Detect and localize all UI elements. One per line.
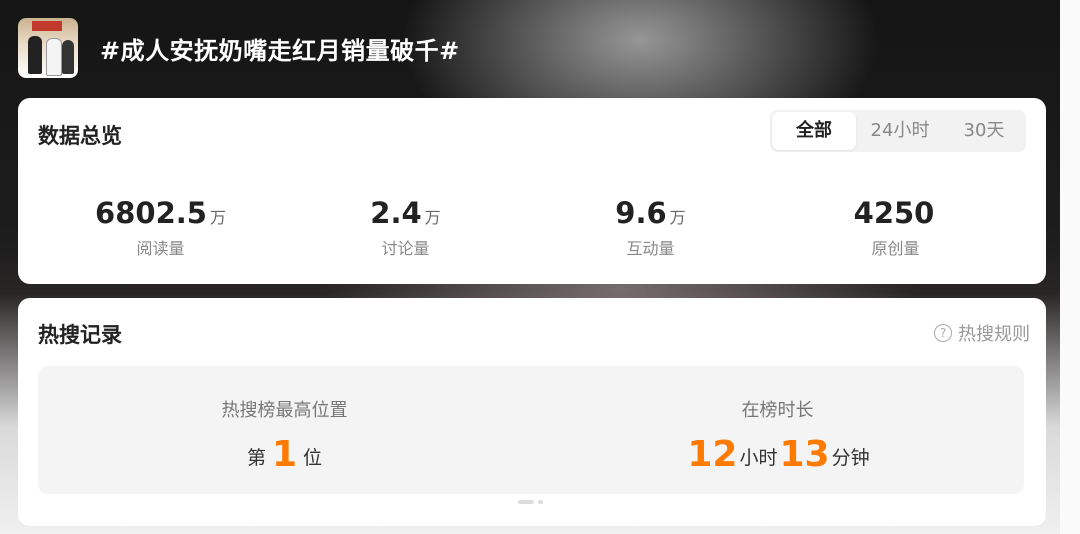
stat-label: 讨论量	[381, 239, 430, 258]
right-edge	[1060, 0, 1080, 534]
duration-label: 在榜时长	[741, 400, 814, 421]
rules-label: 热搜规则	[958, 324, 1030, 345]
stat-unit: 万	[424, 208, 441, 227]
stat-value: 2.4	[370, 196, 422, 230]
stats-row: 6802.5 万 阅读量 2.4 万 讨论量 9.6 万 互动量 4250 原创量	[38, 196, 1038, 259]
stat-original: 4250 原创量	[773, 196, 1018, 259]
stat-unit: 万	[209, 208, 226, 227]
pager-dot-active	[518, 500, 534, 504]
stat-interactions: 9.6 万 互动量	[528, 196, 773, 259]
stat-unit: 万	[669, 208, 686, 227]
peak-label: 热搜榜最高位置	[221, 400, 348, 421]
pager-dots	[518, 500, 543, 504]
topic-header: #成人安抚奶嘴走红月销量破千#	[18, 18, 460, 78]
duration-hours: 12	[687, 434, 738, 475]
tab-all[interactable]: 全部	[772, 112, 856, 150]
pager-dot	[538, 500, 543, 504]
data-overview-card: 数据总览 全部 24小时 30天 6802.5 万 阅读量 2.4 万 讨论量 9.…	[18, 98, 1046, 284]
stat-value: 9.6	[615, 196, 667, 230]
stat-value: 6802.5	[95, 196, 207, 230]
minutes-unit: 分钟	[831, 447, 870, 469]
hot-search-card: 热搜记录 ? 热搜规则 热搜榜最高位置 第1位 在榜时长 12 小时13 分钟	[18, 298, 1046, 526]
tab-30d[interactable]: 30天	[942, 110, 1026, 152]
stat-discussions: 2.4 万 讨论量	[283, 196, 528, 259]
duration-minutes: 13	[779, 434, 830, 475]
peak-value: 1	[271, 434, 298, 475]
peak-position: 热搜榜最高位置 第1位	[38, 366, 531, 494]
question-icon: ?	[934, 324, 952, 342]
stat-label: 阅读量	[136, 239, 185, 258]
overview-title: 数据总览	[38, 124, 122, 148]
hot-search-title: 热搜记录	[38, 323, 122, 347]
hours-unit: 小时	[739, 447, 778, 469]
hot-search-stats: 热搜榜最高位置 第1位 在榜时长 12 小时13 分钟	[38, 366, 1024, 494]
stat-reads: 6802.5 万 阅读量	[38, 196, 283, 259]
peak-suffix: 位	[303, 447, 323, 469]
stat-value: 4250	[853, 196, 935, 230]
stat-label: 原创量	[871, 239, 920, 258]
stat-label: 互动量	[626, 239, 675, 258]
hot-search-rules-link[interactable]: ? 热搜规则	[934, 320, 1030, 346]
duration-on-list: 在榜时长 12 小时13 分钟	[531, 366, 1024, 494]
tab-24h[interactable]: 24小时	[858, 110, 942, 152]
time-range-tabs: 全部 24小时 30天	[770, 110, 1026, 152]
topic-thumbnail[interactable]	[18, 18, 78, 78]
topic-title: #成人安抚奶嘴走红月销量破千#	[100, 36, 460, 65]
peak-prefix: 第	[246, 447, 266, 469]
